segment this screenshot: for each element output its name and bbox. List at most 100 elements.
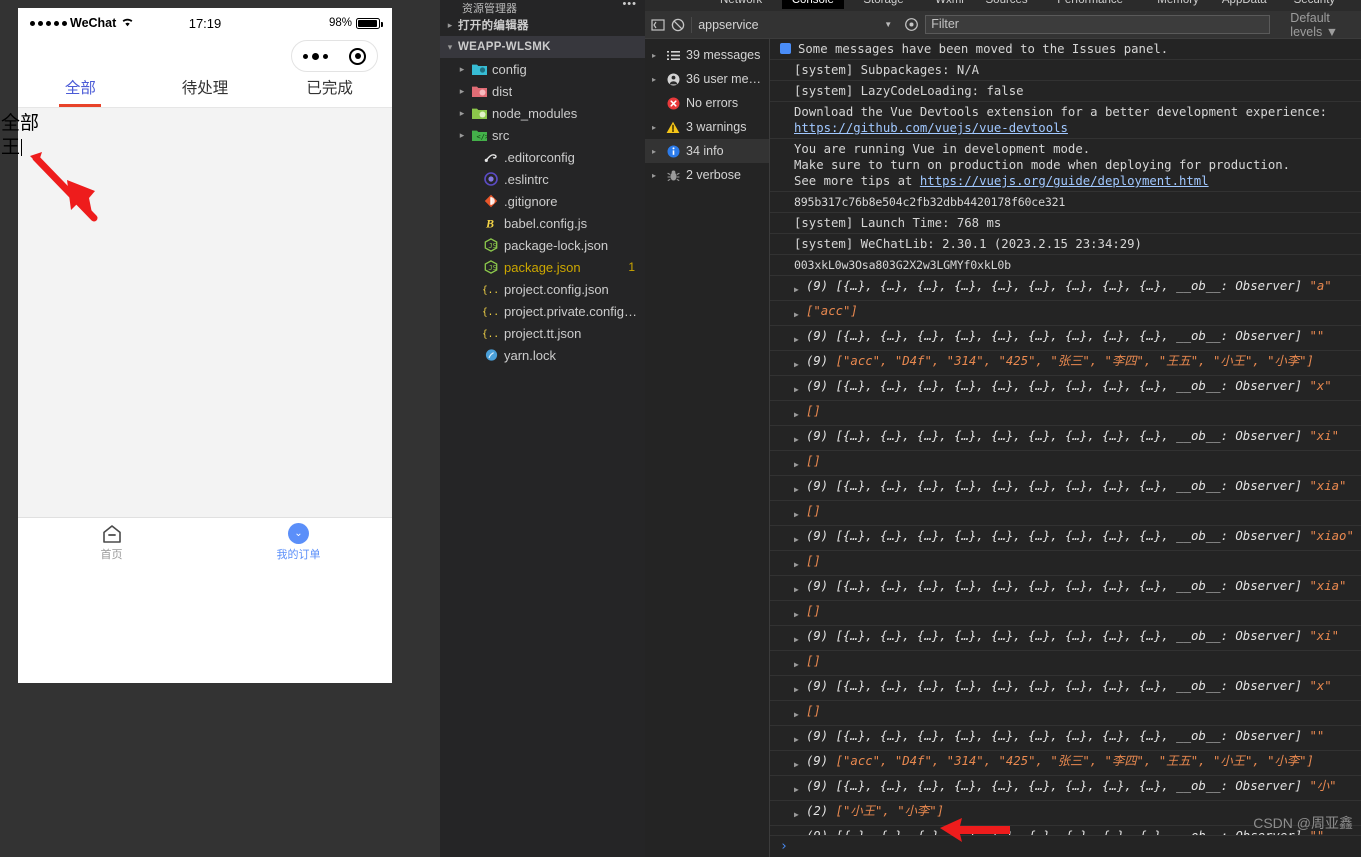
console-message[interactable]: Download the Vue Devtools extension for … [770,102,1361,139]
expand-triangle-icon[interactable]: ▶ [794,507,801,523]
chevron-right-icon[interactable]: ▸ [454,108,470,119]
expand-triangle-icon[interactable]: ▶ [794,632,801,648]
console-message[interactable]: ▶ (9) [{…}, {…}, {…}, {…}, {…}, {…}, {…},… [770,776,1361,801]
console-message[interactable]: ▶ (9) [{…}, {…}, {…}, {…}, {…}, {…}, {…},… [770,526,1361,551]
expand-triangle-icon[interactable]: ▶ [794,582,801,598]
devtools-tab-network[interactable]: Network [710,0,772,9]
expand-triangle-icon[interactable]: ▶ [794,807,801,823]
miniprogram-capsule-bar[interactable] [291,40,378,72]
console-message[interactable]: 895b317c76b8e504c2fb32dbb4420178f60ce321 [770,192,1361,213]
console-sidebar-item-36-user-mes[interactable]: ▸ 36 user mes... [645,67,769,91]
console-message[interactable]: ▶ (9) ["acc", "D4f", "314", "425", "张三", … [770,351,1361,376]
expand-triangle-icon[interactable]: ▶ [794,682,801,698]
chevron-right-icon[interactable]: ▸ [645,51,663,60]
explorer-row-package-json[interactable]: ▸JSpackage.json1 [440,256,645,278]
devtools-tab-storage[interactable]: Storage [853,0,913,9]
explorer-row-gitignore[interactable]: ▸.gitignore [440,190,645,212]
chevron-right-icon[interactable]: ▸ [645,171,663,180]
tab-completed[interactable]: 已完成 [267,76,392,107]
console-message[interactable]: [system] WeChatLib: 2.30.1 (2023.2.15 23… [770,234,1361,255]
explorer-row-node-modules[interactable]: ▸ node_modules [440,102,645,124]
console-message[interactable]: ▶ (9) [{…}, {…}, {…}, {…}, {…}, {…}, {…},… [770,576,1361,601]
eye-icon[interactable] [904,15,919,35]
expand-triangle-icon[interactable]: ▶ [794,707,801,723]
console-message[interactable]: ▶ [] [770,451,1361,476]
console-message[interactable]: You are running Vue in development mode.… [770,139,1361,192]
console-prompt[interactable]: › [770,835,1361,857]
console-message-list[interactable]: Some messages have been moved to the Iss… [770,39,1361,857]
console-message[interactable]: ▶ [] [770,551,1361,576]
explorer-row-dist[interactable]: ▸ dist [440,80,645,102]
devtools-tab-performance[interactable]: Performance [1047,0,1133,9]
console-message[interactable]: [system] Subpackages: N/A [770,60,1361,81]
console-sidebar-item-no-errors[interactable]: No errors [645,91,769,115]
log-level-selector[interactable]: Default levels ▼ [1290,11,1355,39]
devtools-tab-memory[interactable]: Memory [1147,0,1209,9]
panel-toggle-icon[interactable] [651,15,665,35]
console-message-link[interactable]: https://github.com/vuejs/vue-devtools [794,121,1068,135]
expand-triangle-icon[interactable]: ▶ [794,457,801,473]
console-sidebar-item-39-messages[interactable]: ▸ 39 messages [645,43,769,67]
console-message[interactable]: ▶ (9) [{…}, {…}, {…}, {…}, {…}, {…}, {…},… [770,676,1361,701]
console-message[interactable]: [system] Launch Time: 768 ms [770,213,1361,234]
console-sidebar-item-2-verbose[interactable]: ▸ 2 verbose [645,163,769,187]
console-message[interactable]: Some messages have been moved to the Iss… [770,39,1361,60]
console-message[interactable]: ▶ [] [770,701,1361,726]
explorer-row-yarn-lock[interactable]: ▸yarn.lock [440,344,645,366]
target-circle-icon[interactable] [349,47,367,65]
tabbar-item-orders[interactable]: ⌄ 我的订单 [205,518,392,567]
console-message[interactable]: [system] LazyCodeLoading: false [770,81,1361,102]
explorer-row-project-tt-json[interactable]: ▸{..}project.tt.json [440,322,645,344]
devtools-tab-sources[interactable]: Sources [976,0,1038,9]
console-message[interactable]: ▶ (9) [{…}, {…}, {…}, {…}, {…}, {…}, {…},… [770,726,1361,751]
chevron-right-icon[interactable]: ▸ [454,130,470,141]
expand-triangle-icon[interactable]: ▶ [794,732,801,748]
chevron-right-icon[interactable]: ▸ [454,64,470,75]
explorer-row-src[interactable]: ▸ </> src [440,124,645,146]
expand-triangle-icon[interactable]: ▶ [794,332,801,348]
console-message[interactable]: ▶ [] [770,401,1361,426]
explorer-row-eslintrc[interactable]: ▸.eslintrc [440,168,645,190]
tab-all[interactable]: 全部 [18,76,143,107]
console-message[interactable]: ▶ [] [770,501,1361,526]
chevron-down-icon[interactable]: ▾ [442,42,458,53]
expand-triangle-icon[interactable]: ▶ [794,657,801,673]
console-message[interactable]: 003xkL0w3Osa803G2X2w3LGMYf0xkL0b [770,255,1361,276]
console-message[interactable]: ▶ (9) [{…}, {…}, {…}, {…}, {…}, {…}, {…},… [770,276,1361,301]
console-message[interactable]: ▶ (9) [{…}, {…}, {…}, {…}, {…}, {…}, {…},… [770,476,1361,501]
explorer-row-package-lock-json[interactable]: ▸JSpackage-lock.json [440,234,645,256]
tabbar-item-home[interactable]: 首页 [18,518,205,567]
tab-pending[interactable]: 待处理 [143,76,268,107]
expand-triangle-icon[interactable]: ▶ [794,282,801,298]
devtools-tab-appdata[interactable]: AppData [1212,0,1277,9]
explorer-more-icon[interactable]: ••• [622,0,637,10]
explorer-row-weapp-wlsmk[interactable]: ▾ WEAPP-WLSMK [440,36,645,58]
explorer-row-editorconfig[interactable]: ▸.editorconfig [440,146,645,168]
console-message[interactable]: ▶ [] [770,651,1361,676]
chevron-right-icon[interactable]: ▸ [645,75,663,84]
expand-triangle-icon[interactable]: ▶ [794,757,801,773]
devtools-tab-security[interactable]: Security [1284,0,1346,9]
console-message[interactable]: ▶ ["acc"] [770,301,1361,326]
explorer-row-project-private-config-js[interactable]: ▸{..}project.private.config.js... [440,300,645,322]
expand-triangle-icon[interactable]: ▶ [794,382,801,398]
console-message[interactable]: ▶ (9) [{…}, {…}, {…}, {…}, {…}, {…}, {…},… [770,626,1361,651]
console-sidebar-item-34-info[interactable]: ▸ 34 info [645,139,769,163]
explorer-row-project-config-json[interactable]: ▸{..}project.config.json [440,278,645,300]
console-message[interactable]: ▶ (9) [{…}, {…}, {…}, {…}, {…}, {…}, {…},… [770,326,1361,351]
console-message[interactable]: ▶ (9) ["acc", "D4f", "314", "425", "张三", … [770,751,1361,776]
expand-triangle-icon[interactable]: ▶ [794,607,801,623]
chevron-right-icon[interactable]: ▸ [454,86,470,97]
console-sidebar-item-3-warnings[interactable]: ▸ 3 warnings [645,115,769,139]
explorer-row-[interactable]: ▸ 打开的编辑器 [440,14,645,36]
expand-triangle-icon[interactable]: ▶ [794,482,801,498]
expand-triangle-icon[interactable]: ▶ [794,357,801,373]
clear-console-icon[interactable] [671,15,685,35]
more-dots-icon[interactable] [302,52,328,60]
execution-context-selector[interactable]: appservice ▼ [698,18,898,32]
expand-triangle-icon[interactable]: ▶ [794,557,801,573]
explorer-row-babel-config-js[interactable]: ▸Bbabel.config.js [440,212,645,234]
explorer-row-config[interactable]: ▸ config [440,58,645,80]
devtools-tab-wxml[interactable]: Wxml [925,0,974,9]
chevron-right-icon[interactable]: ▸ [442,20,458,31]
